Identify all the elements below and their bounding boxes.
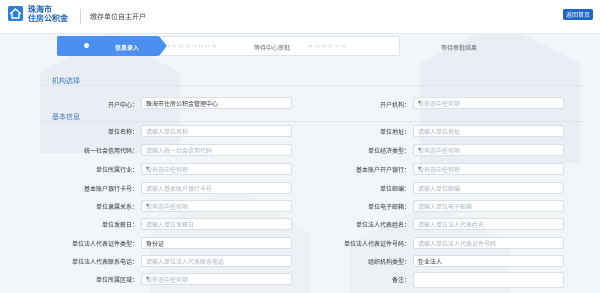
input-unit-address-placeholder: 请输入单位地址 [418, 129, 461, 136]
input-rep-phone[interactable]: 请输入单位法人代表联系电话 [141, 255, 292, 267]
caret-down-icon: ▾ [146, 239, 150, 246]
caret-down-icon: ▾ [418, 257, 422, 264]
header-divider [80, 9, 81, 24]
input-rep-name-placeholder: 请输入单位法人代表姓名 [418, 222, 485, 229]
select-affiliation[interactable]: 没有选中任何项 ▾ [141, 200, 292, 212]
label-unit-name: 单位名称： [107, 129, 138, 136]
select-econ-type[interactable]: 没有选中任何项 ▾ [413, 144, 564, 156]
input-email-placeholder: 请输入单位电子邮箱 [418, 204, 473, 211]
top-header: 珠海市 住房公积金 缴存单位自主开户 返回首页 [0, 0, 600, 34]
label-rep-idtype: 单位法人代表证件类型： [71, 241, 138, 248]
input-rep-name[interactable]: 请输入单位法人代表姓名 [413, 218, 564, 230]
section-divider-basic [40, 121, 585, 122]
label-credit-code: 统一社会信用代码： [83, 148, 138, 155]
select-org-type[interactable]: 企业法人 ▾ [413, 255, 564, 267]
input-unit-name[interactable]: 请输入单位名称 [141, 125, 292, 137]
label-open-center: 开户中心： [107, 102, 138, 109]
input-postcode-placeholder: 请输入单位邮编 [418, 186, 461, 193]
input-payday-placeholder: 请输入单位发薪日 [146, 222, 195, 229]
textarea-remark[interactable] [413, 272, 564, 288]
step-chevrons-2: ›› ›› ›› ›› ›› ›› [308, 43, 347, 50]
step-2-label: 等待中心审批 [254, 45, 291, 52]
label-email: 单位电子邮箱： [367, 204, 410, 211]
brand-line-1: 珠海市 [28, 5, 52, 14]
select-industry[interactable]: 没有选中任何项 ▾ [141, 163, 292, 175]
input-unit-address[interactable]: 请输入单位地址 [413, 125, 564, 137]
label-postcode: 单位邮编： [379, 186, 410, 193]
label-open-branch: 开户机构： [379, 102, 410, 109]
select-region[interactable]: 没有选中任何项 ▾ [141, 273, 292, 285]
input-credit-code[interactable]: 请输入统一社会信用代码 [141, 144, 292, 156]
label-unit-address: 单位地址： [379, 129, 410, 136]
step-3-label: 等待审批结果 [441, 45, 478, 52]
section-divider-org [40, 85, 585, 86]
caret-down-icon: ▾ [146, 202, 150, 209]
caret-down-icon: ▾ [418, 99, 422, 106]
input-rep-idno-placeholder: 请输入单位法人代表证件号码 [418, 241, 497, 248]
select-open-branch[interactable]: 没有选中任何项 ▾ [413, 97, 564, 109]
step-current-dot [84, 43, 89, 48]
label-econ-type: 单位经济类型： [367, 148, 410, 155]
label-affiliation: 单位隶属关系： [95, 204, 138, 211]
input-email[interactable]: 请输入单位电子邮箱 [413, 200, 564, 212]
caret-down-icon: ▾ [146, 165, 150, 172]
label-rep-phone: 单位法人代表联系电话： [71, 259, 138, 266]
input-rep-idno[interactable]: 请输入单位法人代表证件号码 [413, 237, 564, 249]
select-open-center[interactable]: 珠海市住房公积金管理中心 ▾ [141, 97, 292, 109]
label-org-type: 组织机构类型： [367, 259, 410, 266]
step-info-entry-active [57, 36, 159, 56]
input-payday[interactable]: 请输入单位发薪日 [141, 218, 292, 230]
input-rep-phone-placeholder: 请输入单位法人代表联系电话 [146, 259, 225, 266]
back-home-button[interactable]: 返回首页 [563, 9, 594, 20]
brand-name: 珠海市 住房公积金 [28, 5, 68, 23]
caret-down-icon: ▾ [418, 165, 422, 172]
input-bank-account[interactable]: 请输入基本账户银行卡号 [141, 182, 292, 194]
input-postcode[interactable]: 请输入单位邮编 [413, 182, 564, 194]
input-credit-code-placeholder: 请输入统一社会信用代码 [146, 148, 213, 155]
page-title: 缴存单位自主开户 [90, 13, 146, 21]
select-rep-idtype[interactable]: 身份证 ▾ [141, 237, 292, 249]
caret-down-icon: ▾ [146, 99, 150, 106]
input-bank-account-placeholder: 请输入基本账户银行卡号 [146, 186, 213, 193]
label-region: 单位所属区域： [95, 277, 138, 284]
label-rep-idno: 单位法人代表证件号码： [343, 241, 410, 248]
label-bank-account: 基本账户银行卡号： [83, 186, 138, 193]
input-unit-name-placeholder: 请输入单位名称 [146, 129, 189, 136]
label-payday: 单位发薪日： [101, 222, 138, 229]
step-chevrons-1: ›› ›› ›› ›› ›› ›› ›› ›› [165, 43, 217, 50]
housing-fund-logo-icon [8, 6, 23, 21]
caret-down-icon: ▾ [418, 146, 422, 153]
step-1-label: 信息录入 [115, 45, 140, 52]
label-industry: 单位所属行业： [95, 167, 138, 174]
label-bank: 基本账户开户银行： [355, 167, 410, 174]
brand-line-2: 住房公积金 [28, 14, 68, 23]
label-remark: 备注： [391, 277, 410, 284]
caret-down-icon: ▾ [146, 275, 150, 282]
select-bank[interactable]: 没有选中任何项 ▾ [413, 163, 564, 175]
label-rep-name: 单位法人代表姓名： [355, 222, 410, 229]
